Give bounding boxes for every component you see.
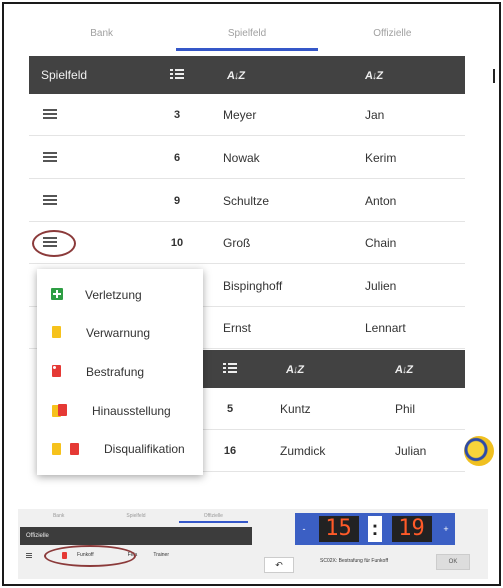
menu-item-verletzung[interactable]: Verletzung [37, 277, 203, 313]
player-first-name: Lennart [365, 320, 406, 335]
player-first-name: Anton [365, 193, 397, 208]
sort-by-lastname-button[interactable]: A↓Z [205, 66, 335, 84]
tab-bank[interactable]: Bank [29, 22, 174, 52]
yellow-card-icon [52, 325, 82, 341]
timer-colon: : [368, 516, 382, 542]
sort-az-icon: A↓Z [364, 70, 384, 82]
player-number: 10 [170, 236, 184, 249]
player-number: 9 [173, 194, 181, 207]
row-menu-icon[interactable] [43, 194, 57, 205]
player-last-name: Zumdick [280, 443, 326, 458]
menu-item-label: Verletzung [85, 288, 142, 302]
player-first-name: Phil [395, 401, 416, 416]
menu-item-label: Bestrafung [86, 365, 145, 379]
player-last-name: Kuntz [280, 401, 311, 416]
table-row[interactable]: 9 Schultze Anton [29, 180, 465, 222]
mini-tab-offizielle[interactable]: Offizielle [175, 511, 252, 523]
player-number: 16 [223, 444, 237, 457]
numbered-list-icon [170, 69, 184, 79]
menu-item-disqualifikation[interactable]: Disqualifikation [37, 431, 203, 467]
timer-plus-button[interactable]: + [441, 518, 451, 540]
table2-header: A↓Z A↓Z [202, 350, 465, 388]
green-plus-card-icon [51, 287, 81, 303]
row-menu-icon[interactable] [26, 552, 32, 558]
table-row[interactable]: 3 Meyer Jan [29, 94, 465, 136]
confirm-button[interactable]: OK [436, 554, 470, 570]
table-row[interactable]: 5 Kuntz Phil [202, 388, 465, 430]
player-first-name: Chain [365, 235, 397, 250]
sort-by-number-button[interactable] [149, 66, 205, 84]
player-last-name: Ernst [223, 320, 252, 335]
yellow-and-red-card-icon [52, 442, 102, 456]
menu-item-label: Verwarnung [86, 326, 151, 340]
player-last-name: Schultze [223, 193, 270, 208]
timer-minutes: 15 [318, 516, 359, 542]
timer-minus-button[interactable]: - [299, 518, 309, 540]
sort-by-lastname-button[interactable]: A↓Z [258, 360, 361, 378]
undo-icon: ↶ [275, 560, 283, 570]
highlight-oval [32, 230, 76, 257]
table-row[interactable]: 16 Zumdick Julian [202, 430, 465, 472]
player-action-menu: Verletzung Verwarnung Bestrafung Hinauss… [37, 269, 203, 475]
player-first-name: Jan [365, 107, 385, 122]
sort-by-firstname-button[interactable]: A↓Z [335, 66, 465, 84]
player-first-name: Kerim [365, 150, 397, 165]
row-menu-icon[interactable] [43, 151, 57, 162]
player-first-name: Julien [365, 278, 397, 293]
player-number: 5 [226, 402, 234, 415]
mini-tab-bank[interactable]: Bank [20, 511, 97, 523]
menu-item-verwarnung[interactable]: Verwarnung [37, 315, 203, 351]
mini-tab-bar: Bank Spielfeld Offizielle [20, 511, 252, 523]
mini-table-header: Offizielle [20, 527, 252, 545]
player-last-name: Groß [223, 235, 251, 250]
menu-item-hinausstellung[interactable]: Hinausstellung [37, 393, 203, 429]
sort-by-number-button[interactable] [202, 360, 258, 378]
sort-by-firstname-button[interactable]: A↓Z [361, 360, 465, 378]
handball-icon [464, 436, 494, 466]
game-timer: - 15 : 19 + [295, 513, 455, 545]
official-role: Trainer [153, 552, 169, 558]
player-last-name: Nowak [223, 150, 260, 165]
player-number: 3 [173, 108, 181, 121]
tab-bar: Bank Spielfeld Offizielle [29, 22, 465, 52]
table-row[interactable]: 10 Groß Chain [29, 222, 465, 264]
screenshot-frame: Bank Spielfeld Offizielle Spielfeld A↓Z … [2, 2, 501, 586]
table-header: Spielfeld A↓Z A↓Z [29, 56, 465, 94]
menu-item-label: Disqualifikation [104, 442, 185, 456]
status-message: SC02X: Bestrafung für Funkoff [320, 558, 389, 564]
sort-az-icon: A↓Z [285, 364, 305, 376]
tab-spielfeld[interactable]: Spielfeld [174, 22, 319, 52]
menu-item-label: Hinausstellung [92, 404, 171, 418]
table-row[interactable]: 6 Nowak Kerim [29, 137, 465, 179]
menu-item-bestrafung[interactable]: Bestrafung [37, 354, 203, 390]
player-last-name: Meyer [223, 107, 257, 122]
highlight-oval [44, 545, 136, 567]
player-number: 6 [173, 151, 181, 164]
text-cursor [493, 69, 495, 83]
numbered-list-icon [223, 363, 237, 373]
undo-button[interactable]: ↶ [264, 557, 294, 573]
sort-az-icon: A↓Z [226, 70, 246, 82]
row-menu-icon[interactable] [43, 108, 57, 119]
yellow-red-card-icon [52, 404, 92, 418]
player-first-name: Julian [395, 443, 427, 458]
inset-screenshot: Bank Spielfeld Offizielle Offizielle Fun… [18, 509, 488, 579]
red-card-icon [52, 364, 82, 380]
tab-offizielle[interactable]: Offizielle [320, 22, 465, 52]
timer-seconds: 19 [391, 516, 432, 542]
player-last-name: Bispinghoff [223, 278, 283, 293]
sort-az-icon: A↓Z [394, 364, 414, 376]
table-header-title: Spielfeld [41, 68, 88, 82]
mini-tab-spielfeld[interactable]: Spielfeld [97, 511, 174, 523]
